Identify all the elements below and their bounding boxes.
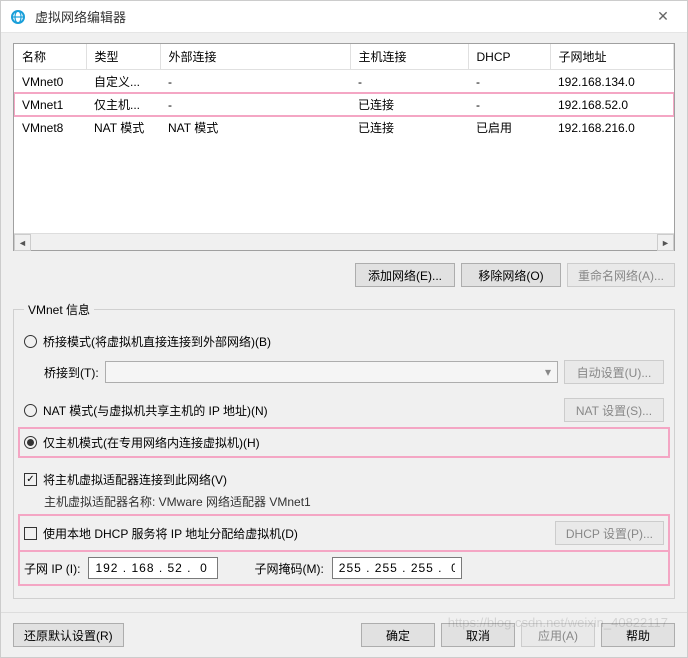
apply-button[interactable]: 应用(A) [521,623,595,647]
bridge-to-select[interactable]: ▾ [105,361,558,383]
remove-network-button[interactable]: 移除网络(O) [461,263,561,287]
restore-defaults-button[interactable]: 还原默认设置(R) [13,623,124,647]
cell-name: VMnet0 [14,70,86,94]
cell-ext: - [160,93,350,116]
cell-subnet: 192.168.134.0 [550,70,674,94]
cell-type: NAT 模式 [86,116,160,139]
table-row[interactable]: VMnet0自定义...---192.168.134.0 [14,70,674,94]
subnet-ip-input[interactable] [88,557,218,579]
scroll-left-icon[interactable]: ◄ [14,234,31,251]
app-icon [9,8,27,26]
radio-icon [24,436,37,449]
help-button[interactable]: 帮助 [601,623,675,647]
connect-host-label: 将主机虚拟适配器连接到此网络(V) [43,471,227,488]
col-type[interactable]: 类型 [86,44,160,70]
connect-host-checkbox[interactable]: 将主机虚拟适配器连接到此网络(V) [24,466,664,493]
col-host[interactable]: 主机连接 [350,44,468,70]
nat-mode-label: NAT 模式(与虚拟机共享主机的 IP 地址)(N) [43,402,268,419]
cell-type: 仅主机... [86,93,160,116]
ok-button[interactable]: 确定 [361,623,435,647]
bridge-to-row: 桥接到(T): ▾ 自动设置(U)... [24,355,664,389]
col-name[interactable]: 名称 [14,44,86,70]
table-header-row: 名称 类型 外部连接 主机连接 DHCP 子网地址 [14,44,674,70]
subnet-ip-label: 子网 IP (I): [24,560,80,577]
cell-type: 自定义... [86,70,160,94]
subnet-mask-input[interactable] [332,557,462,579]
table-actions: 添加网络(E)... 移除网络(O) 重命名网络(A)... [13,259,675,291]
nat-settings-button[interactable]: NAT 设置(S)... [564,398,664,422]
cell-dhcp: 已启用 [468,116,550,139]
col-dhcp[interactable]: DHCP [468,44,550,70]
radio-icon [24,335,37,348]
window: 虚拟网络编辑器 ✕ 名称 类型 外部连接 主机连接 DHCP 子网地址 VMne… [0,0,688,658]
cell-name: VMnet8 [14,116,86,139]
chevron-down-icon: ▾ [545,365,551,379]
add-network-button[interactable]: 添加网络(E)... [355,263,455,287]
bridge-mode-radio[interactable]: 桥接模式(将虚拟机直接连接到外部网络)(B) [24,328,664,355]
h-scrollbar[interactable]: ◄ ► [14,233,674,250]
content: 名称 类型 外部连接 主机连接 DHCP 子网地址 VMnet0自定义...--… [1,33,687,612]
cell-name: VMnet1 [14,93,86,116]
col-subnet[interactable]: 子网地址 [550,44,674,70]
titlebar-title: 虚拟网络编辑器 [35,7,647,26]
checkbox-icon [24,527,37,540]
table-row[interactable]: VMnet8NAT 模式NAT 模式已连接已启用192.168.216.0 [14,116,674,139]
adapter-name-text: 主机虚拟适配器名称: VMware 网络适配器 VMnet1 [24,493,664,510]
cell-subnet: 192.168.52.0 [550,93,674,116]
subnet-row: 子网 IP (I): 子网掩码(M): [20,552,668,584]
cell-ext: - [160,70,350,94]
cell-dhcp: - [468,70,550,94]
cell-dhcp: - [468,93,550,116]
bridge-mode-label: 桥接模式(将虚拟机直接连接到外部网络)(B) [43,333,271,350]
scroll-right-icon[interactable]: ► [657,234,674,251]
bottom-bar: 还原默认设置(R) 确定 取消 应用(A) 帮助 [1,612,687,657]
close-icon[interactable]: ✕ [647,1,679,33]
table-row[interactable]: VMnet1仅主机...-已连接-192.168.52.0 [14,93,674,116]
hostonly-mode-label: 仅主机模式(在专用网络内连接虚拟机)(H) [43,434,260,451]
checkbox-icon [24,473,37,486]
cell-subnet: 192.168.216.0 [550,116,674,139]
cell-host: - [350,70,468,94]
scroll-track[interactable] [31,234,657,250]
titlebar: 虚拟网络编辑器 ✕ [1,1,687,33]
dhcp-settings-button[interactable]: DHCP 设置(P)... [555,521,664,545]
hostonly-mode-radio[interactable]: 仅主机模式(在专用网络内连接虚拟机)(H) [20,429,668,456]
radio-icon [24,404,37,417]
nat-mode-radio[interactable]: NAT 模式(与虚拟机共享主机的 IP 地址)(N) NAT 设置(S)... [24,393,664,427]
dhcp-checkbox-label: 使用本地 DHCP 服务将 IP 地址分配给虚拟机(D) [43,525,298,542]
rename-network-button[interactable]: 重命名网络(A)... [567,263,675,287]
network-table: 名称 类型 外部连接 主机连接 DHCP 子网地址 VMnet0自定义...--… [13,43,675,251]
cell-host: 已连接 [350,93,468,116]
vmnet-info-fieldset: VMnet 信息 桥接模式(将虚拟机直接连接到外部网络)(B) 桥接到(T): … [13,301,675,599]
subnet-mask-label: 子网掩码(M): [254,560,323,577]
auto-settings-button[interactable]: 自动设置(U)... [564,360,664,384]
cancel-button[interactable]: 取消 [441,623,515,647]
bridge-to-label: 桥接到(T): [44,364,99,381]
col-ext[interactable]: 外部连接 [160,44,350,70]
cell-host: 已连接 [350,116,468,139]
cell-ext: NAT 模式 [160,116,350,139]
dhcp-checkbox-row[interactable]: 使用本地 DHCP 服务将 IP 地址分配给虚拟机(D) DHCP 设置(P).… [20,516,668,550]
fieldset-legend: VMnet 信息 [24,301,94,318]
